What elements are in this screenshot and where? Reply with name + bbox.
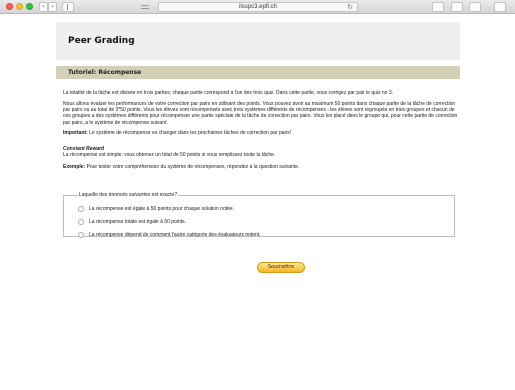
answer-option-label: La récompense totale est égale à 50 poin… xyxy=(89,218,187,225)
section-title: Tutoriel: Récompense xyxy=(68,69,142,76)
reload-icon[interactable]: ↻ xyxy=(347,3,353,11)
browser-toolbar: ‹ › ilsspc3.epfl.ch ↻ xyxy=(0,0,515,14)
answer-option-1[interactable]: La récompense est égale à 50 points pour… xyxy=(78,202,444,215)
sidebar-toggle-button[interactable] xyxy=(62,2,74,12)
site-title: Peer Grading xyxy=(68,36,135,46)
back-button[interactable]: ‹ xyxy=(39,2,48,12)
tutorial-content: La totalité de la tâche est divisée en t… xyxy=(63,90,458,171)
important-paragraph: Important: Le système de récompense va c… xyxy=(63,130,458,136)
example-label: Exemple: xyxy=(63,164,86,171)
page-container: Peer Grading Tutoriel: Récompense xyxy=(56,22,460,79)
maximize-window-icon[interactable] xyxy=(26,3,33,10)
radio-button[interactable] xyxy=(78,218,84,225)
reader-icon xyxy=(141,5,149,9)
important-label: Important: xyxy=(63,130,88,137)
question-legend: Laquelle des énoncés suivantes est exact… xyxy=(79,192,178,198)
example-paragraph: Exemple: Pour tester votre compréhension… xyxy=(63,164,458,170)
important-text: Le système de récompense va changer dans… xyxy=(87,130,292,137)
tabs-overview-button[interactable] xyxy=(469,2,481,12)
sidebar-icon xyxy=(65,4,68,10)
reward-text: La récompense est simple: vous obtenez u… xyxy=(63,152,276,159)
reader-view-button[interactable] xyxy=(138,2,154,12)
forward-button[interactable]: › xyxy=(48,2,57,12)
reward-block: Constant Reward La récompense est simple… xyxy=(63,146,458,159)
section-bar: Tutoriel: Récompense xyxy=(56,66,460,79)
share-button[interactable] xyxy=(451,2,463,12)
url-text: ilsspc3.epfl.ch xyxy=(239,4,277,10)
radio-button[interactable] xyxy=(78,231,84,238)
answer-option-2[interactable]: La récompense totale est égale à 50 poin… xyxy=(78,215,444,228)
submit-button[interactable]: Soumettre xyxy=(257,262,305,273)
site-header: Peer Grading xyxy=(56,22,460,60)
example-text: Pour tester votre compréhension du systè… xyxy=(85,164,300,171)
new-tab-button[interactable] xyxy=(494,2,506,12)
downloads-button[interactable] xyxy=(432,2,444,12)
close-window-icon[interactable] xyxy=(6,3,13,10)
radio-button[interactable] xyxy=(78,205,84,212)
intro-paragraph: La totalité de la tâche est divisée en t… xyxy=(63,90,394,96)
question-fieldset: Laquelle des énoncés suivantes est exact… xyxy=(63,192,455,238)
answer-option-label: La récompense dépend de comment l'autre … xyxy=(89,231,261,238)
answer-option-label: La récompense est égale à 50 points pour… xyxy=(89,205,235,212)
description-paragraph: Nous allons évaluer les performances de … xyxy=(63,100,458,126)
minimize-window-icon[interactable] xyxy=(16,3,23,10)
address-bar[interactable]: ilsspc3.epfl.ch ↻ xyxy=(158,2,358,12)
answer-option-3[interactable]: La récompense dépend de comment l'autre … xyxy=(78,228,444,241)
